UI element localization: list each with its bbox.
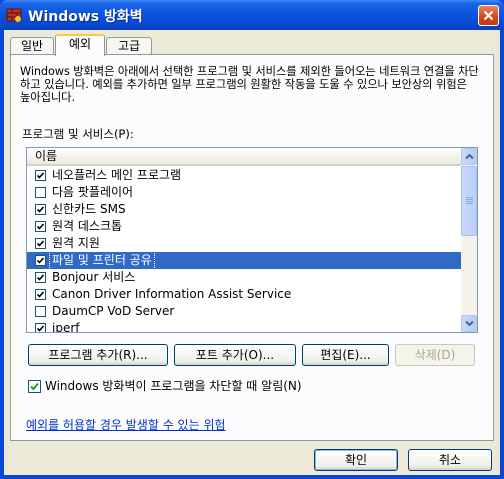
- list-item[interactable]: 원격 데스크톱: [27, 218, 461, 235]
- item-label: 원격 지원: [52, 236, 100, 250]
- thumb-grip-line: [466, 203, 473, 204]
- item-label: 네오플러스 메인 프로그램: [52, 168, 182, 182]
- item-label: DaumCP VoD Server: [52, 304, 175, 318]
- item-checkbox[interactable]: [35, 238, 46, 249]
- tab-exceptions[interactable]: 예외: [55, 34, 105, 56]
- programs-services-list[interactable]: 이름 네오플러스 메인 프로그램다음 팟플레이어신한카드 SMS 원격 데스크톱원…: [26, 147, 478, 333]
- title-bar[interactable]: Windows 방화벽: [0, 0, 504, 30]
- thumb-grip-line: [466, 201, 473, 202]
- notify-checkbox[interactable]: [28, 380, 41, 393]
- checkmark-icon: [36, 240, 45, 247]
- close-button[interactable]: [478, 5, 499, 26]
- item-checkbox[interactable]: [35, 204, 46, 215]
- item-label: 다음 팟플레이어: [52, 185, 134, 199]
- exceptions-description: Windows 방화벽은 아래에서 선택한 프로그램 및 서비스를 제외한 들어…: [20, 65, 479, 104]
- add-program-button[interactable]: 프로그램 추가(R)...: [28, 344, 168, 366]
- firewall-shield-icon: [6, 8, 22, 22]
- edit-button[interactable]: 편집(E)...: [302, 344, 389, 366]
- thumb-grip-line: [466, 199, 473, 200]
- scroll-thumb[interactable]: [461, 166, 477, 236]
- item-checkbox[interactable]: [35, 187, 46, 198]
- firewall-window: Windows 방화벽 일반 예외 고급 Windows 방화벽은 아래에서 선…: [0, 0, 504, 479]
- risk-help-link[interactable]: 예외를 허용할 경우 발생할 수 있는 위험: [26, 416, 226, 433]
- item-checkbox[interactable]: [35, 289, 46, 300]
- thumb-grip-line: [466, 197, 473, 198]
- item-label: Canon Driver Information Assist Service: [52, 287, 292, 301]
- list-item[interactable]: Bonjour 서비스: [27, 269, 461, 286]
- list-item[interactable]: DaumCP VoD Server: [27, 303, 461, 320]
- list-item[interactable]: Canon Driver Information Assist Service: [27, 286, 461, 303]
- item-checkbox[interactable]: [35, 306, 46, 317]
- checkmark-icon: [36, 325, 45, 332]
- column-header-name[interactable]: 이름: [27, 148, 461, 166]
- list-item[interactable]: 다음 팟플레이어: [27, 184, 461, 201]
- list-item[interactable]: 네오플러스 메인 프로그램: [27, 167, 461, 184]
- chevron-down-icon: [465, 320, 474, 327]
- list-item[interactable]: iperf: [27, 320, 461, 333]
- item-checkbox[interactable]: [35, 170, 46, 181]
- checkmark-icon: [36, 206, 45, 213]
- list-item[interactable]: 원격 지원: [27, 235, 461, 252]
- checkmark-icon: [36, 223, 45, 230]
- item-label: Bonjour 서비스: [52, 270, 136, 284]
- window-title: Windows 방화벽: [28, 9, 143, 25]
- checkmark-icon: [36, 274, 45, 281]
- item-checkbox[interactable]: [35, 272, 46, 283]
- cancel-button[interactable]: 취소: [408, 449, 492, 471]
- notify-label: Windows 방화벽이 프로그램을 차단할 때 알림(N): [45, 379, 302, 393]
- add-port-button[interactable]: 포트 추가(O)...: [174, 344, 296, 366]
- scroll-down-button[interactable]: [461, 315, 477, 332]
- checkmark-icon: [36, 291, 45, 298]
- dialog-client-area: 일반 예외 고급 Windows 방화벽은 아래에서 선택한 프로그램 및 서비…: [4, 30, 500, 475]
- list-item[interactable]: 파일 및 프린터 공유: [27, 251, 461, 270]
- item-checkbox[interactable]: [35, 221, 46, 232]
- item-label: 원격 데스크톱: [52, 219, 123, 233]
- list-scrollbar[interactable]: [461, 148, 477, 332]
- item-label: 파일 및 프린터 공유: [49, 251, 155, 270]
- programs-list-label: 프로그램 및 서비스(P):: [22, 127, 134, 141]
- delete-button[interactable]: 삭제(D): [395, 344, 475, 366]
- list-item[interactable]: 신한카드 SMS: [27, 201, 461, 218]
- scroll-up-button[interactable]: [461, 148, 477, 165]
- item-label: 신한카드 SMS: [52, 202, 126, 216]
- chevron-up-icon: [465, 153, 474, 160]
- checkmark-icon: [36, 172, 45, 179]
- checkmark-icon: [36, 257, 45, 264]
- ok-button[interactable]: 확인: [314, 449, 398, 471]
- item-label: iperf: [52, 321, 80, 333]
- item-checkbox[interactable]: [35, 255, 46, 266]
- close-icon: [483, 10, 494, 21]
- item-checkbox[interactable]: [35, 323, 46, 332]
- checkmark-icon: [30, 382, 39, 391]
- programs-rows: 네오플러스 메인 프로그램다음 팟플레이어신한카드 SMS 원격 데스크톱원격 지…: [27, 167, 461, 333]
